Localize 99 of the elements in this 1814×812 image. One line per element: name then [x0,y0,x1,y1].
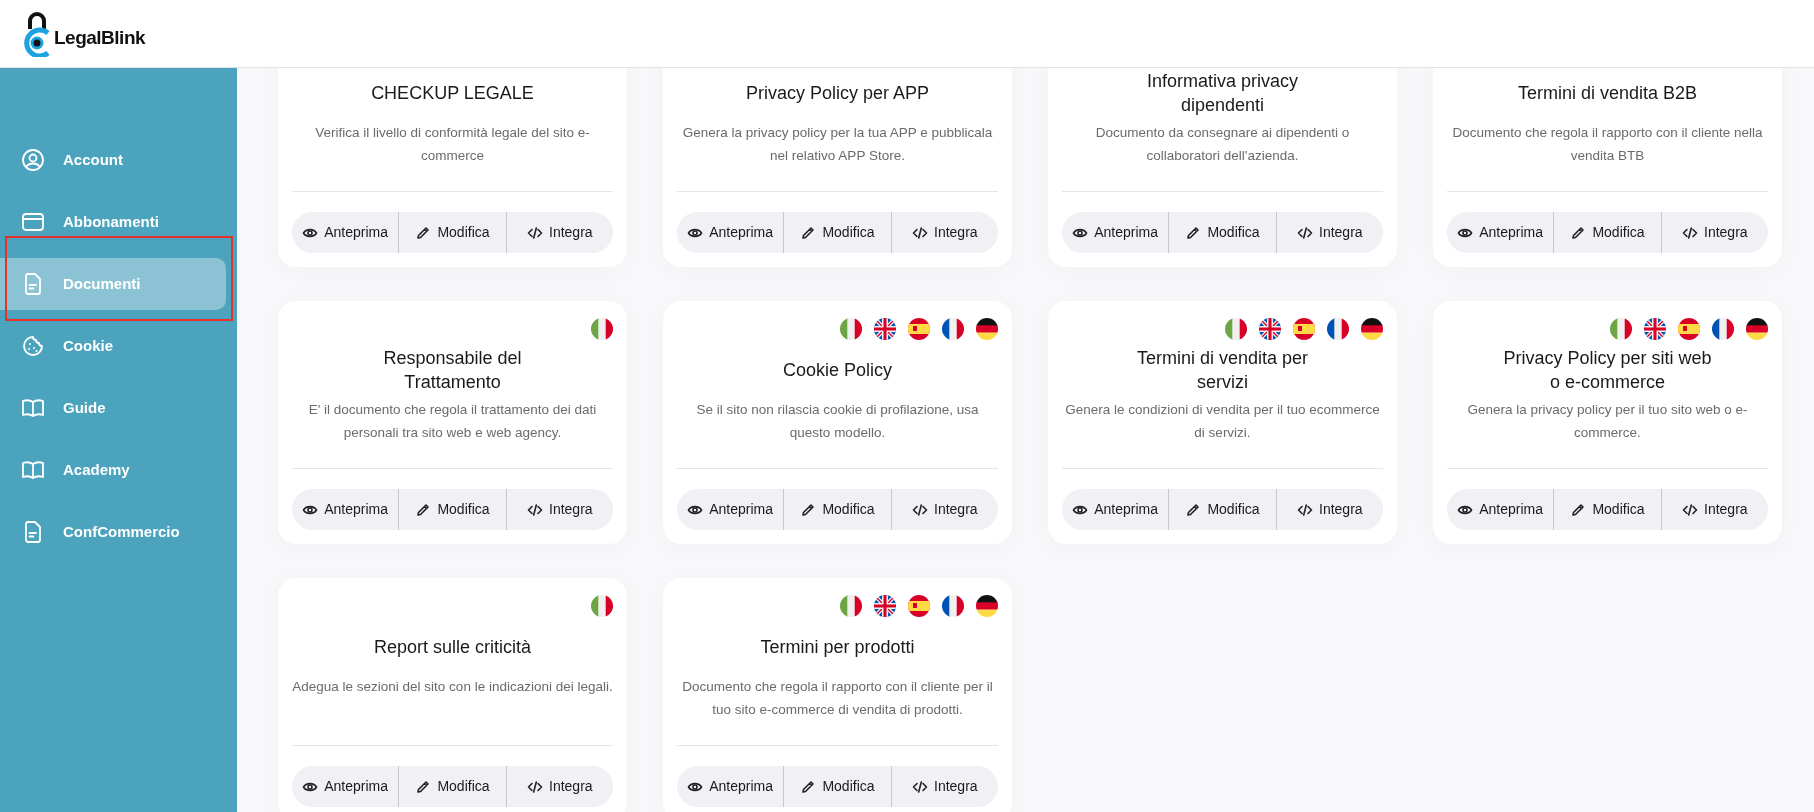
preview-button[interactable]: Anteprima [677,489,784,530]
flag-icon [591,318,613,340]
pencil-icon [415,224,432,241]
preview-button[interactable]: Anteprima [292,766,399,807]
person-icon [21,148,45,172]
flag-icon [908,318,930,340]
card-title: Responsabile del Trattamento [383,347,522,394]
code-icon [527,224,543,241]
edit-button[interactable]: Modifica [398,766,506,807]
integrate-button[interactable]: Integra [1275,489,1383,530]
code-icon [912,224,928,241]
card-title: Informativa privacy dipendenti [1146,70,1299,117]
pencil-icon [800,501,817,518]
integrate-button[interactable]: Integra [505,489,613,530]
pencil-icon [1570,224,1587,241]
card-title: CHECKUP LEGALE [371,82,534,105]
edit-button[interactable]: Modifica [783,489,891,530]
integrate-button[interactable]: Integra [505,766,613,807]
flag-icon [591,595,613,617]
pencil-icon [1570,501,1587,518]
code-icon [1682,501,1698,518]
flag-icon [1644,318,1666,340]
integrate-button[interactable]: Integra [890,766,998,807]
book-icon [21,396,45,420]
flag-icon [1610,318,1632,340]
code-icon [1297,501,1313,518]
code-icon [912,501,928,518]
flag-icon [1225,318,1247,340]
flag-icon [1327,318,1349,340]
flag-icon [840,318,862,340]
integrate-button[interactable]: Integra [890,489,998,530]
flag-icon [908,595,930,617]
pencil-icon [1185,501,1202,518]
card-description: Se il sito non rilascia cookie di profilazione, usa questo modello. [695,401,980,442]
edit-button[interactable]: Modifica [398,212,506,253]
card-description: Genera le condizioni di vendita per il tuo ecommerce di servizi. [1064,401,1381,442]
preview-button[interactable]: Anteprima [1447,489,1554,530]
integrate-button[interactable]: Integra [505,212,613,253]
flag-icon [840,595,862,617]
flag-icon [942,595,964,617]
logo-text: LegalBlink [54,26,146,51]
edit-button[interactable]: Modifica [783,766,891,807]
integrate-button[interactable]: Integra [1660,212,1768,253]
flag-icon [976,318,998,340]
card-title: Cookie Policy [782,359,892,382]
edit-button[interactable]: Modifica [1553,489,1661,530]
integrate-button[interactable]: Integra [1660,489,1768,530]
edit-button[interactable]: Modifica [398,489,506,530]
flag-icon [942,318,964,340]
integrate-button[interactable]: Integra [1275,212,1383,253]
integrate-button[interactable]: Integra [890,212,998,253]
edit-button[interactable]: Modifica [783,212,891,253]
card-description: Verifica il livello di conformità legale del sito e-commerce [314,124,591,165]
cookie-icon [21,334,45,358]
card-description: Documento che regola il rapporto con il cliente nella vendita BTB [1451,124,1764,165]
preview-button[interactable]: Anteprima [677,766,784,807]
card-title: Privacy Policy per siti web o e-commerce [1503,347,1712,394]
preview-button[interactable]: Anteprima [292,489,399,530]
card-title: Privacy Policy per APP [745,82,930,105]
pencil-icon [1185,224,1202,241]
flag-icon [1712,318,1734,340]
flag-icon [1361,318,1383,340]
edit-button[interactable]: Modifica [1168,489,1276,530]
flag-icon [1293,318,1315,340]
flag-icon [1259,318,1281,340]
flag-icon [1678,318,1700,340]
card-title: Termini di vendita per servizi [1136,347,1309,394]
preview-button[interactable]: Anteprima [677,212,784,253]
pencil-icon [800,778,817,795]
book-icon [21,458,45,482]
code-icon [527,778,543,795]
preview-button[interactable]: Anteprima [292,212,399,253]
card-description: Adegua le sezioni del sito con le indicazioni dei legali. [292,678,613,696]
code-icon [1682,224,1698,241]
card-title: Report sulle criticità [373,636,532,659]
flag-icon [976,595,998,617]
card-title: Termini di vendita B2B [1517,82,1698,105]
edit-button[interactable]: Modifica [1168,212,1276,253]
code-icon [912,778,928,795]
card-description: Documento che regola il rapporto con il cliente per il tuo sito e-commerce di vendita di prodotti. [681,678,994,719]
pencil-icon [415,501,432,518]
card-description: E' il documento che regola il trattamento dei dati personali tra sito web e web agency. [307,401,598,442]
card-title: Termini per prodotti [760,636,915,659]
code-icon [527,501,543,518]
flag-icon [1746,318,1768,340]
code-icon [1297,224,1313,241]
credit-card-icon [21,210,45,234]
pencil-icon [415,778,432,795]
flag-icon [874,318,896,340]
card-description: Genera la privacy policy per la tua APP e pubblicala nel relativo APP Store. [681,124,994,165]
logo-icon [22,10,52,57]
preview-button[interactable]: Anteprima [1062,212,1169,253]
preview-button[interactable]: Anteprima [1447,212,1554,253]
flag-icon [874,595,896,617]
edit-button[interactable]: Modifica [1553,212,1661,253]
card-description: Documento da consegnare ai dipendenti o collaboratori dell'azienda. [1094,124,1351,165]
pencil-icon [800,224,817,241]
preview-button[interactable]: Anteprima [1062,489,1169,530]
card-description: Genera la privacy policy per il tuo sito web o e-commerce. [1466,401,1749,442]
